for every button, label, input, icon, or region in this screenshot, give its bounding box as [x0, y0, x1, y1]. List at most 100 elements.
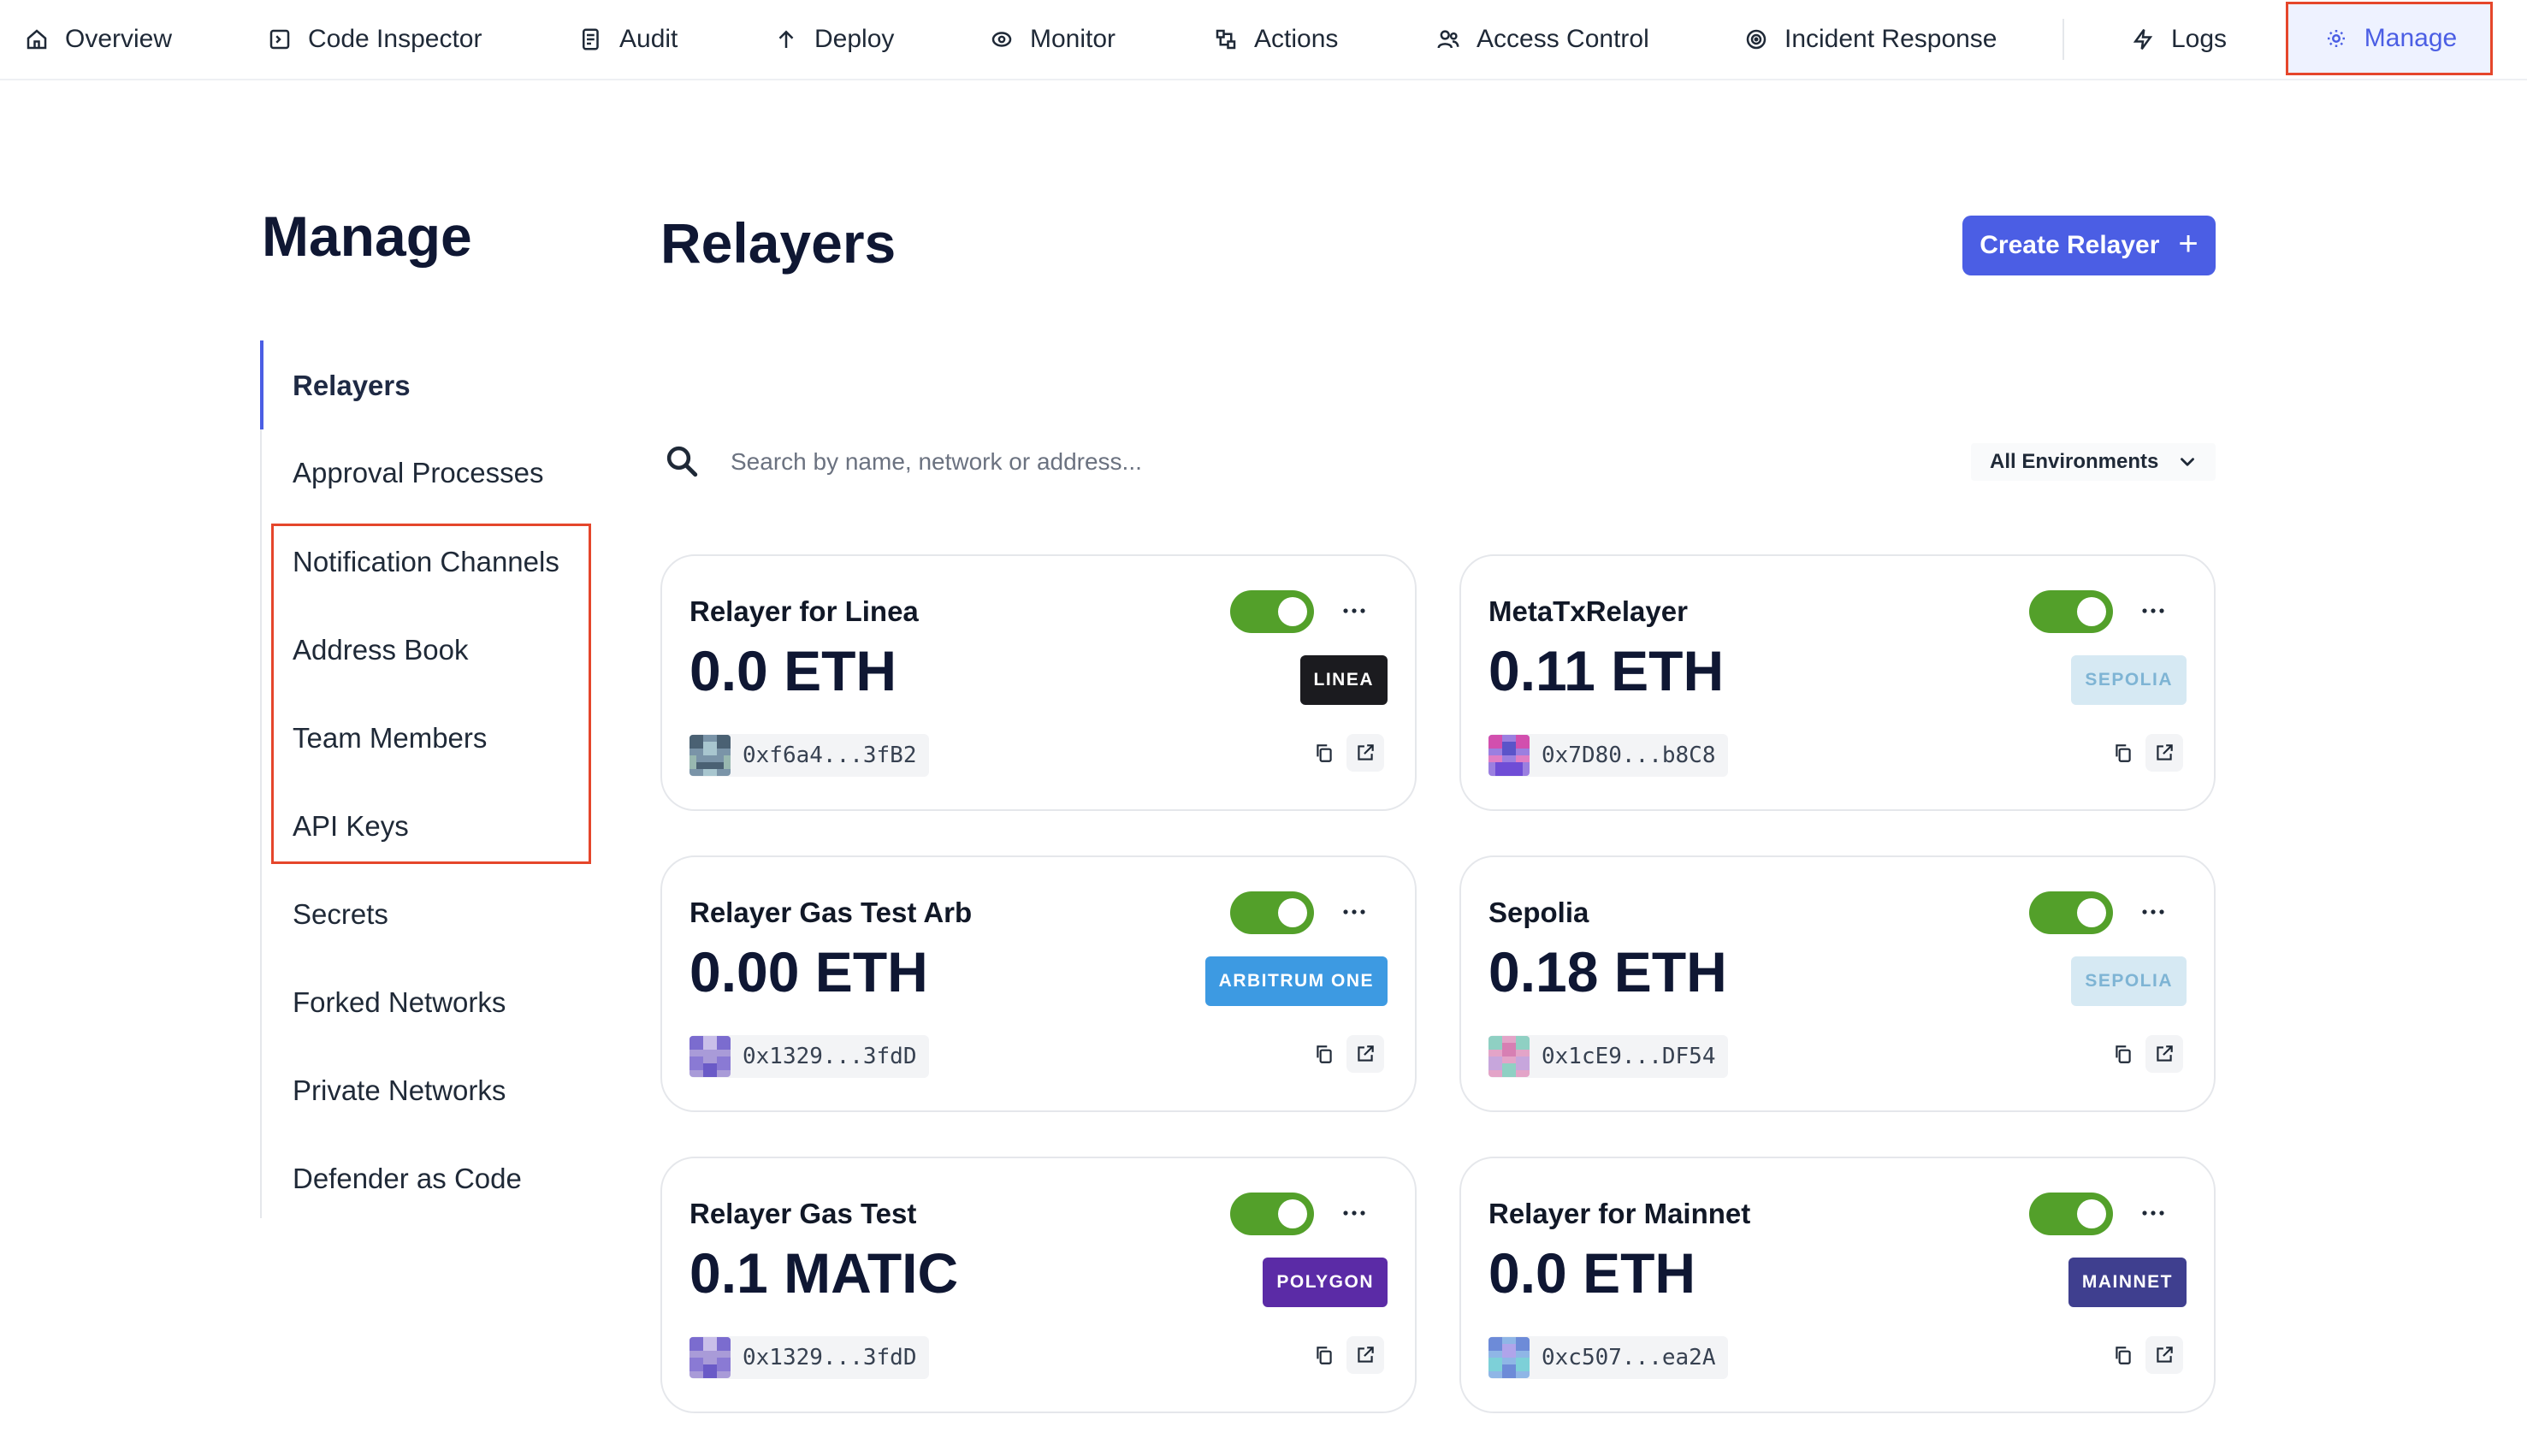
relayer-card[interactable]: Sepolia 0.18 ETH SEPOLIA 0x1cE9...DF54	[1459, 855, 2216, 1112]
sidebar-item-forked-networks[interactable]: Forked Networks	[293, 986, 506, 1019]
environment-filter-select[interactable]: All Environments	[1971, 443, 2216, 481]
chevron-down-icon	[2181, 458, 2194, 466]
more-options-button[interactable]	[2133, 592, 2173, 630]
open-external-button[interactable]	[1346, 1035, 1384, 1073]
sidebar-item-address-book[interactable]: Address Book	[293, 634, 468, 666]
sidebar-title: Manage	[262, 204, 472, 268]
nav-code-inspector[interactable]: Code Inspector	[267, 0, 482, 79]
relayer-enabled-toggle[interactable]	[2029, 891, 2113, 934]
relayer-enabled-toggle[interactable]	[2029, 590, 2113, 633]
nav-actions[interactable]: Actions	[1213, 0, 1338, 79]
more-horizontal-icon	[2142, 909, 2164, 914]
actions-icon	[1213, 27, 1239, 52]
external-link-icon	[1358, 744, 1374, 761]
target-icon	[1743, 27, 1769, 52]
open-external-button[interactable]	[2145, 1035, 2183, 1073]
copy-address-button[interactable]	[2104, 734, 2142, 772]
page-title: Relayers	[660, 211, 897, 275]
sidebar-item-notification-channels[interactable]: Notification Channels	[293, 546, 559, 578]
bolt-icon	[2130, 27, 2156, 52]
relayer-enabled-toggle[interactable]	[1230, 1193, 1314, 1235]
relayer-name: Relayer Gas Test	[689, 1198, 917, 1229]
relayer-name: Sepolia	[1488, 897, 1589, 928]
more-options-button[interactable]	[1335, 893, 1374, 931]
audit-icon	[578, 27, 604, 52]
open-external-button[interactable]	[2145, 734, 2183, 772]
users-icon	[1435, 27, 1461, 52]
relayer-balance: 0.00 ETH	[689, 940, 928, 1003]
nav-audit[interactable]: Audit	[578, 0, 678, 79]
sidebar-item-defender-as-code[interactable]: Defender as Code	[293, 1163, 522, 1195]
relayer-enabled-toggle[interactable]	[2029, 1193, 2113, 1235]
relayer-address: 0xf6a4...3fB2	[689, 734, 929, 777]
relayer-balance: 0.1 MATIC	[689, 1241, 959, 1305]
sidebar-item-api-keys[interactable]: API Keys	[293, 810, 409, 843]
sidebar-item-approval-processes[interactable]: Approval Processes	[293, 457, 543, 489]
relayer-card[interactable]: Relayer Gas Test 0.1 MATIC POLYGON 0x132…	[660, 1157, 1417, 1413]
nav-divider	[2062, 19, 2064, 60]
more-horizontal-icon	[1343, 909, 1365, 914]
nav-overview[interactable]: Overview	[24, 0, 172, 79]
home-icon	[24, 27, 50, 52]
relayer-card[interactable]: Relayer for Mainnet 0.0 ETH MAINNET 0xc5…	[1459, 1157, 2216, 1413]
nav-incident-response[interactable]: Incident Response	[1743, 0, 1997, 79]
more-options-button[interactable]	[2133, 893, 2173, 931]
copy-address-button[interactable]	[1305, 1336, 1343, 1374]
relayer-address: 0x1cE9...DF54	[1488, 1035, 1728, 1078]
relayer-balance: 0.11 ETH	[1488, 639, 1725, 702]
network-badge: SEPOLIA	[2071, 956, 2187, 1006]
copy-icon	[2116, 1045, 2131, 1063]
more-options-button[interactable]	[1335, 592, 1374, 630]
relayer-enabled-toggle[interactable]	[1230, 891, 1314, 934]
copy-address-button[interactable]	[2104, 1035, 2142, 1073]
more-horizontal-icon	[2142, 1210, 2164, 1216]
arrow-up-icon	[773, 27, 799, 52]
copy-icon	[2116, 744, 2131, 762]
search-input[interactable]	[729, 440, 1502, 484]
sidebar-item-secrets[interactable]: Secrets	[293, 898, 388, 931]
relayer-card[interactable]: MetaTxRelayer 0.11 ETH SEPOLIA 0x7D80...…	[1459, 554, 2216, 811]
more-options-button[interactable]	[2133, 1194, 2173, 1232]
open-external-button[interactable]	[1346, 734, 1384, 772]
open-external-button[interactable]	[1346, 1336, 1384, 1374]
identicon-avatar	[1488, 735, 1530, 776]
nav-monitor[interactable]: Monitor	[989, 0, 1116, 79]
nav-manage[interactable]: Manage	[2287, 3, 2493, 74]
relayer-address: 0x7D80...b8C8	[1488, 734, 1728, 777]
relayer-balance: 0.18 ETH	[1488, 940, 1727, 1003]
nav-access-control[interactable]: Access Control	[1435, 0, 1649, 79]
copy-icon	[1317, 744, 1332, 762]
relayer-address: 0x1329...3fdD	[689, 1336, 929, 1379]
copy-icon	[1317, 1045, 1332, 1063]
sidebar-item-relayers[interactable]: Relayers	[293, 370, 411, 402]
network-badge: LINEA	[1299, 655, 1388, 705]
more-options-button[interactable]	[1335, 1194, 1374, 1232]
relayer-name: Relayer for Linea	[689, 595, 919, 627]
sidebar-item-team-members[interactable]: Team Members	[293, 722, 487, 755]
relayer-card[interactable]: Relayer for Linea 0.0 ETH LINEA 0xf6a4..…	[660, 554, 1417, 811]
external-link-icon	[1358, 1045, 1374, 1062]
sidebar-item-private-networks[interactable]: Private Networks	[293, 1074, 506, 1107]
external-link-icon	[2157, 1347, 2173, 1363]
identicon-avatar	[1488, 1036, 1530, 1077]
copy-address-button[interactable]	[1305, 734, 1343, 772]
relayer-card[interactable]: Relayer Gas Test Arb 0.00 ETH ARBITRUM O…	[660, 855, 1417, 1112]
copy-icon	[1317, 1347, 1332, 1364]
more-horizontal-icon	[1343, 608, 1365, 613]
copy-address-button[interactable]	[1305, 1035, 1343, 1073]
copy-address-button[interactable]	[2104, 1336, 2142, 1374]
sidebar-active-indicator	[260, 340, 263, 429]
identicon-avatar	[1488, 1337, 1530, 1378]
nav-deploy[interactable]: Deploy	[773, 0, 894, 79]
create-relayer-button[interactable]: Create Relayer +	[1962, 216, 2216, 275]
relayer-address: 0xc507...ea2A	[1488, 1336, 1728, 1379]
copy-icon	[2116, 1347, 2131, 1364]
relayer-enabled-toggle[interactable]	[1230, 590, 1314, 633]
plus-icon: +	[2178, 225, 2199, 263]
identicon-avatar	[689, 1036, 731, 1077]
open-external-button[interactable]	[2145, 1336, 2183, 1374]
more-horizontal-icon	[2142, 608, 2164, 613]
more-horizontal-icon	[1343, 1210, 1365, 1216]
nav-logs[interactable]: Logs	[2130, 0, 2227, 79]
external-link-icon	[1358, 1347, 1374, 1363]
